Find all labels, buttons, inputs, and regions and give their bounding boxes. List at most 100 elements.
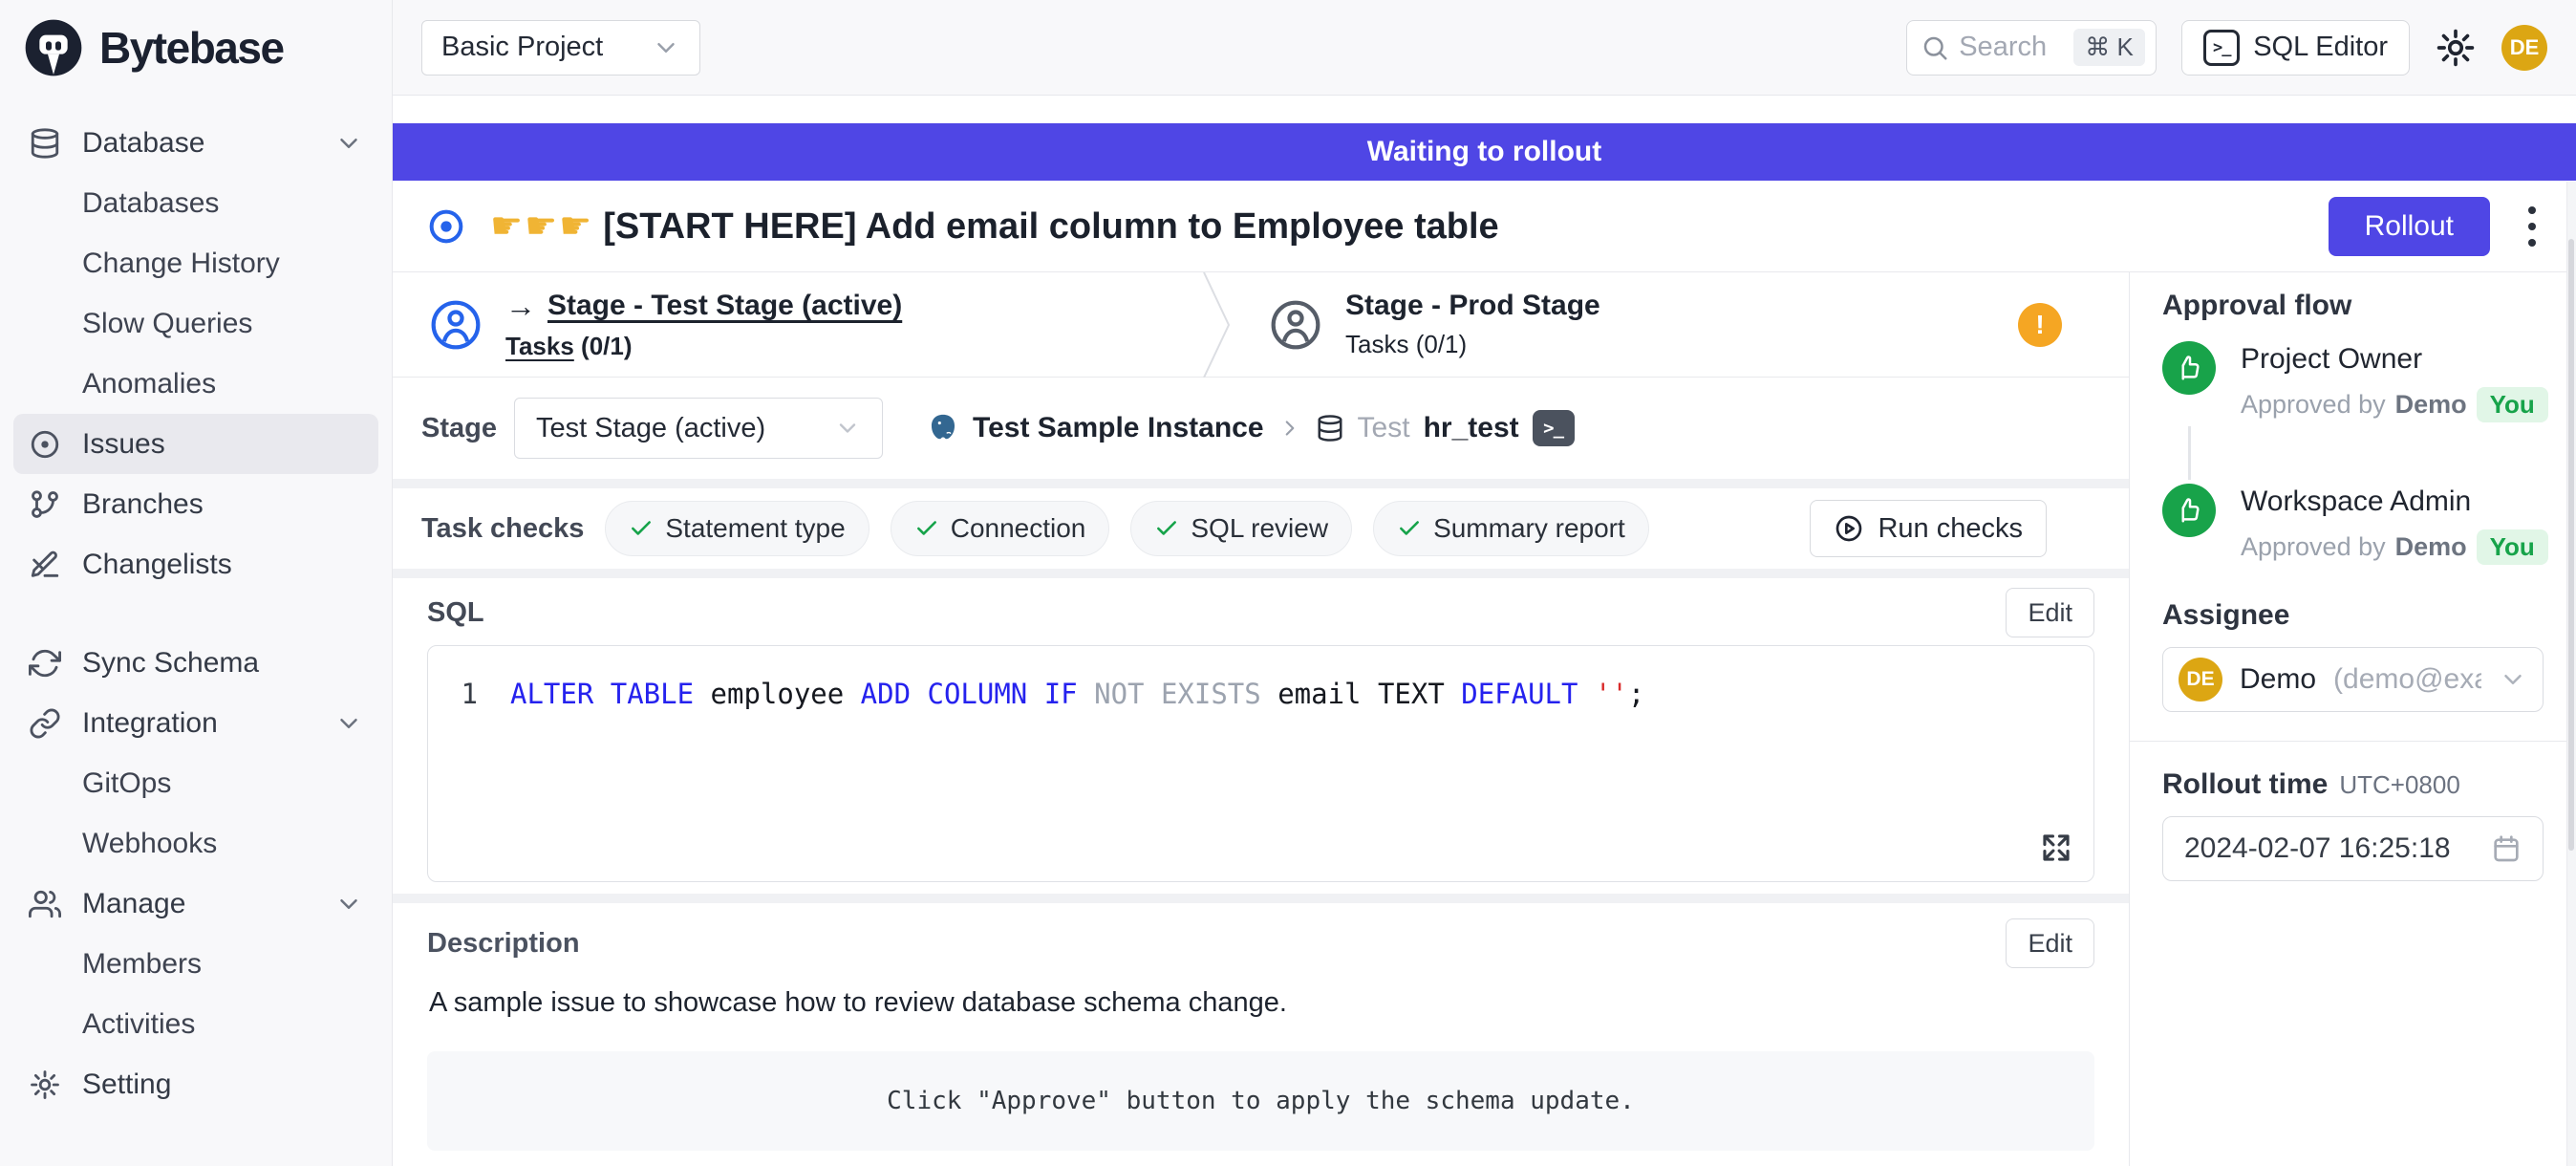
stage-select-value: Test Stage (active): [536, 413, 765, 444]
run-checks-label: Run checks: [1878, 513, 2023, 545]
section-divider: [393, 894, 2129, 903]
sidebar-item-slow-queries[interactable]: Slow Queries: [13, 293, 378, 354]
check-icon: [1154, 516, 1179, 541]
search-box[interactable]: ⌘ K: [1906, 20, 2157, 76]
approver-name: Demo: [2395, 532, 2467, 562]
stage-tasks-link[interactable]: Tasks: [505, 332, 574, 360]
settings-gear-icon[interactable]: [2435, 27, 2477, 69]
approval-flow-heading: Approval flow: [2162, 290, 2544, 322]
sidebar-item-activities[interactable]: Activities: [13, 994, 378, 1054]
stage-warning-badge: !: [2018, 303, 2062, 347]
search-shortcut-badge: ⌘ K: [2073, 29, 2145, 66]
sidebar-item-gitops[interactable]: GitOps: [13, 753, 378, 813]
you-badge: You: [2477, 387, 2548, 422]
sidebar-item-integration[interactable]: Integration: [13, 693, 378, 753]
issue-title: ☛☛☛[START HERE] Add email column to Empl…: [490, 205, 1499, 248]
environment-label: Test: [1358, 412, 1410, 444]
scrollbar-thumb[interactable]: [2568, 239, 2574, 851]
expand-fullscreen-icon[interactable]: [2040, 831, 2072, 864]
sidebar-nav: Database Databases Change History Slow Q…: [0, 96, 392, 1114]
sidebar-item-members[interactable]: Members: [13, 934, 378, 994]
pipeline-stage-prod[interactable]: Stage - Prod Stage Tasks (0/1) !: [1233, 272, 2129, 377]
run-checks-button[interactable]: Run checks: [1810, 500, 2047, 557]
approver-name: Demo: [2395, 390, 2467, 420]
terminal-icon: >_: [2203, 30, 2240, 66]
database-icon: [29, 127, 61, 160]
stage-selector-row: Stage Test Stage (active) Test Sample In…: [393, 378, 2129, 479]
sidebar-item-label: Change History: [82, 248, 280, 280]
pipeline-separator-chevron: [1200, 272, 1233, 377]
chevron-down-icon: [334, 709, 363, 738]
sql-editor-button[interactable]: >_ SQL Editor: [2181, 20, 2410, 76]
assignee-email: (demo@example: [2333, 663, 2481, 696]
sidebar-item-anomalies[interactable]: Anomalies: [13, 354, 378, 414]
check-pill-label: Statement type: [665, 513, 845, 544]
search-input[interactable]: [1959, 32, 2064, 63]
approved-by-text: Approved by: [2241, 532, 2386, 562]
sql-code-editor[interactable]: 1 ALTER TABLE employee ADD COLUMN IF NOT…: [427, 645, 2094, 882]
rollout-time-value: 2024-02-07 16:25:18: [2184, 832, 2491, 865]
rollout-time-input[interactable]: 2024-02-07 16:25:18: [2162, 816, 2544, 881]
issue-title-text: [START HERE] Add email column to Employe…: [603, 206, 1498, 247]
check-icon: [1397, 516, 1422, 541]
sidebar-item-setting[interactable]: Setting: [13, 1054, 378, 1114]
approval-role: Project Owner: [2241, 341, 2548, 376]
sidebar-item-label: GitOps: [82, 767, 171, 800]
assignee-avatar: DE: [2179, 658, 2222, 702]
sidebar-item-manage[interactable]: Manage: [13, 874, 378, 934]
user-avatar[interactable]: DE: [2501, 25, 2547, 71]
approval-connector-line: [2188, 426, 2191, 480]
sql-edit-button[interactable]: Edit: [2006, 588, 2094, 637]
sidebar-item-label: Sync Schema: [82, 647, 259, 680]
stage-name-link[interactable]: Stage - Test Stage (active): [547, 290, 902, 322]
bytebase-logo-icon: [23, 17, 84, 78]
sidebar-item-database[interactable]: Database: [13, 113, 378, 173]
sidebar-item-label: Manage: [82, 888, 185, 920]
chevron-down-icon: [334, 129, 363, 158]
issue-circle-dot-icon: [29, 428, 61, 461]
stage-person-icon: [1269, 298, 1322, 352]
chevron-right-icon: [1277, 416, 1302, 441]
sidebar-item-label: Changelists: [82, 549, 232, 581]
more-options-kebab-icon[interactable]: [2522, 201, 2542, 252]
assignee-select[interactable]: DE Demo (demo@example: [2162, 647, 2544, 712]
sidebar-item-issues[interactable]: Issues: [13, 414, 378, 474]
sidebar-item-branches[interactable]: Branches: [13, 474, 378, 534]
rollout-button[interactable]: Rollout: [2329, 197, 2490, 256]
check-pill-sql-review[interactable]: SQL review: [1130, 501, 1352, 556]
description-edit-button[interactable]: Edit: [2006, 918, 2094, 968]
sidebar-item-webhooks[interactable]: Webhooks: [13, 813, 378, 874]
instance-name[interactable]: Test Sample Instance: [973, 412, 1264, 444]
sidebar-item-databases[interactable]: Databases: [13, 173, 378, 233]
sidebar-item-label: Anomalies: [82, 368, 216, 400]
approval-step: Project Owner Approved byDemoYou: [2162, 341, 2544, 422]
stage-label: Stage: [421, 413, 497, 444]
approval-step: Workspace Admin Approved byDemoYou: [2162, 484, 2544, 565]
check-pill-connection[interactable]: Connection: [891, 501, 1110, 556]
sidebar-item-label: Database: [82, 127, 204, 160]
sidebar-item-label: Members: [82, 948, 202, 981]
play-circle-icon: [1834, 513, 1864, 544]
gear-icon: [29, 1069, 61, 1101]
stage-tasks-count: (0/1): [581, 332, 632, 360]
scrollbar[interactable]: [2566, 182, 2576, 1166]
project-selector[interactable]: Basic Project: [421, 20, 700, 76]
brand-logo[interactable]: Bytebase: [0, 0, 392, 96]
chevron-down-icon: [334, 890, 363, 918]
sidebar-item-sync-schema[interactable]: Sync Schema: [13, 633, 378, 693]
stage-select[interactable]: Test Stage (active): [514, 398, 883, 459]
stage-name: Stage - Prod Stage: [1345, 290, 1600, 322]
sql-section: SQL Edit 1 ALTER TABLE employee ADD COLU…: [393, 578, 2129, 894]
check-pill-summary-report[interactable]: Summary report: [1373, 501, 1649, 556]
task-checks-label: Task checks: [421, 513, 584, 545]
open-sql-editor-icon[interactable]: >_: [1533, 410, 1575, 446]
pipeline-stage-test[interactable]: → Stage - Test Stage (active) Tasks (0/1…: [393, 272, 1200, 377]
database-name[interactable]: hr_test: [1424, 412, 1519, 444]
rollout-time-heading: Rollout timeUTC+0800: [2162, 768, 2544, 801]
check-pill-statement-type[interactable]: Statement type: [605, 501, 869, 556]
sidebar-item-changelists[interactable]: Changelists: [13, 534, 378, 594]
sidebar-item-change-history[interactable]: Change History: [13, 233, 378, 293]
sidebar-item-label: Integration: [82, 707, 218, 740]
project-selector-value: Basic Project: [441, 32, 603, 63]
approved-by-text: Approved by: [2241, 390, 2386, 420]
